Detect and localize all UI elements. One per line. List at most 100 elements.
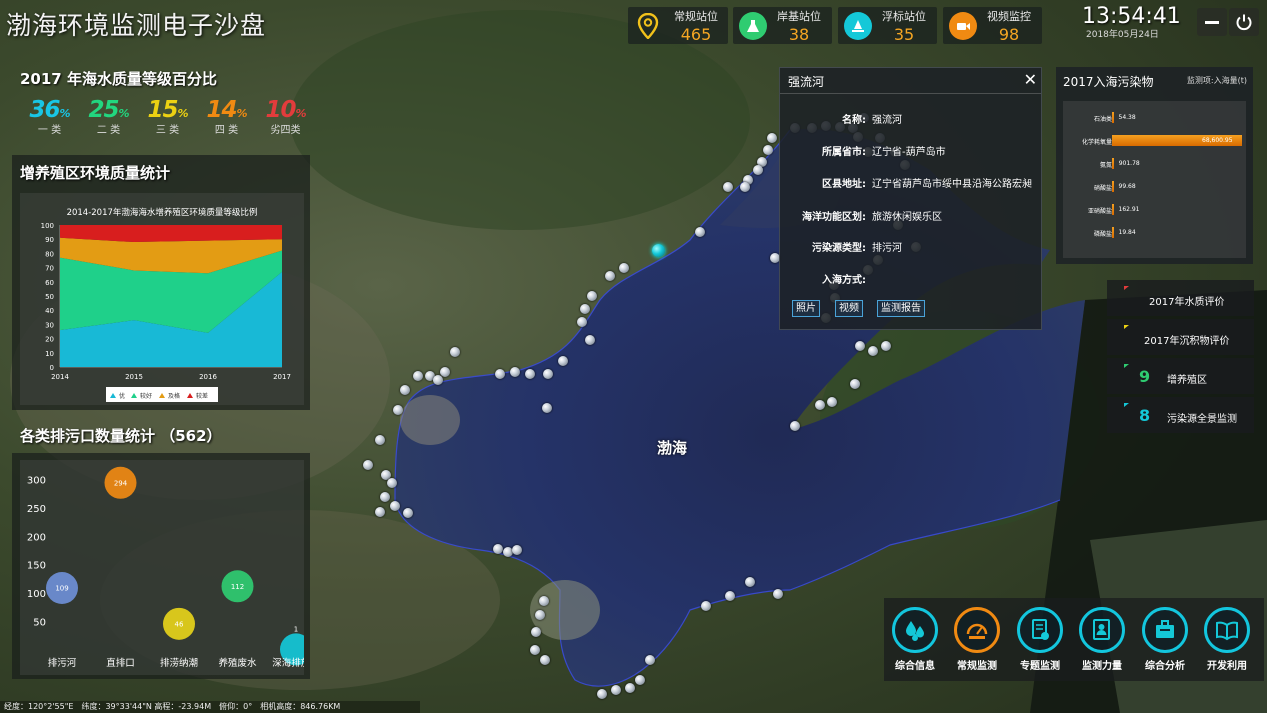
station-marker[interactable] xyxy=(855,341,865,351)
station-marker[interactable] xyxy=(390,501,400,511)
y-tick-label: 0 xyxy=(50,364,54,372)
station-marker[interactable] xyxy=(773,589,783,599)
station-marker[interactable] xyxy=(868,346,878,356)
pollutant-row: 硝酸盐 99.68 xyxy=(1063,180,1246,194)
stat-video-monitoring[interactable]: 视频监控 98 xyxy=(943,7,1042,44)
station-marker[interactable] xyxy=(605,271,615,281)
station-marker[interactable] xyxy=(543,369,553,379)
station-marker[interactable] xyxy=(625,683,635,693)
flag-icon xyxy=(1124,325,1129,329)
station-marker[interactable] xyxy=(753,165,763,175)
station-marker[interactable] xyxy=(740,182,750,192)
station-marker[interactable] xyxy=(512,545,522,555)
station-marker[interactable] xyxy=(393,405,403,415)
station-marker[interactable] xyxy=(493,544,503,554)
category-label: 排污河 xyxy=(48,657,77,669)
station-marker[interactable] xyxy=(723,182,733,192)
minimize-icon xyxy=(1205,20,1219,24)
pollutant-row: 化学耗氧量 68,600.95 xyxy=(1063,134,1246,148)
station-marker[interactable] xyxy=(375,435,385,445)
pct-value: 25 xyxy=(88,97,119,123)
station-marker[interactable] xyxy=(635,675,645,685)
pollutant-name: 氨氮 xyxy=(1099,162,1112,169)
y-tick-label: 70 xyxy=(45,265,54,273)
video-button[interactable]: 视频 xyxy=(835,300,863,317)
station-marker[interactable] xyxy=(542,403,552,413)
menu-sediment-eval[interactable]: 2017年沉积物评价 xyxy=(1107,319,1254,355)
y-tick-label: 200 xyxy=(27,532,46,543)
station-marker[interactable] xyxy=(531,627,541,637)
station-marker[interactable] xyxy=(400,385,410,395)
station-marker[interactable] xyxy=(403,508,413,518)
menu-water-quality-eval[interactable]: 2017年水质评价 xyxy=(1107,280,1254,316)
category-label: 直排口 xyxy=(106,657,135,669)
clock-time: 13:54:41 xyxy=(1082,4,1181,29)
station-marker[interactable] xyxy=(790,421,800,431)
stat-value: 35 xyxy=(893,24,915,44)
close-icon[interactable]: ✕ xyxy=(1024,70,1037,89)
station-marker[interactable] xyxy=(433,375,443,385)
y-tick-label: 60 xyxy=(45,279,54,287)
station-marker[interactable] xyxy=(525,369,535,379)
category-label: 排涝纳潮 xyxy=(160,657,198,669)
station-marker[interactable] xyxy=(701,601,711,611)
nav-special-monitoring[interactable]: 专题监测 xyxy=(1013,607,1067,672)
station-marker[interactable] xyxy=(585,335,595,345)
station-marker[interactable] xyxy=(363,460,373,470)
station-marker[interactable] xyxy=(695,227,705,237)
station-marker[interactable] xyxy=(413,371,423,381)
station-marker[interactable] xyxy=(387,478,397,488)
minimize-button[interactable] xyxy=(1197,8,1227,36)
station-marker[interactable] xyxy=(558,356,568,366)
station-marker[interactable] xyxy=(450,347,460,357)
station-marker[interactable] xyxy=(510,367,520,377)
station-marker[interactable] xyxy=(380,492,390,502)
station-marker[interactable] xyxy=(539,596,549,606)
stat-regular-stations[interactable]: 常规站位 465 xyxy=(628,7,728,44)
bubble-value-label: 112 xyxy=(231,583,244,591)
report-button[interactable]: 监测报告 xyxy=(877,300,925,317)
photo-button[interactable]: 照片 xyxy=(792,300,820,317)
station-marker[interactable] xyxy=(619,263,629,273)
outfalls-title-text: 各类排污口数量统计 xyxy=(20,427,156,445)
stat-buoy-stations[interactable]: 浮标站位 35 xyxy=(838,7,937,44)
nav-comprehensive-info[interactable]: 综合信息 xyxy=(888,607,942,672)
area-legend: 优 较好 及格 较差 xyxy=(106,387,218,402)
station-marker[interactable] xyxy=(881,341,891,351)
x-tick-label: 2015 xyxy=(125,373,143,381)
pollutant-row: 氨氮 901.78 xyxy=(1063,157,1246,171)
station-marker[interactable] xyxy=(530,645,540,655)
nav-regular-monitoring[interactable]: 常规监测 xyxy=(950,607,1004,672)
station-marker[interactable] xyxy=(850,379,860,389)
station-marker[interactable] xyxy=(745,577,755,587)
field-value: 辽宁省-葫芦岛市 xyxy=(872,147,946,158)
y-tick-label: 10 xyxy=(45,350,54,358)
stat-shore-stations[interactable]: 岸基站位 38 xyxy=(733,7,832,44)
station-marker[interactable] xyxy=(535,610,545,620)
menu-count: 9 xyxy=(1139,367,1151,386)
station-marker[interactable] xyxy=(611,685,621,695)
nav-monitoring-force[interactable]: 监测力量 xyxy=(1075,607,1129,672)
nav-development-use[interactable]: 开发利用 xyxy=(1200,607,1254,672)
power-button[interactable] xyxy=(1229,8,1259,36)
station-marker[interactable] xyxy=(587,291,597,301)
station-marker[interactable] xyxy=(375,507,385,517)
station-marker[interactable] xyxy=(495,369,505,379)
station-marker[interactable] xyxy=(597,689,607,699)
water-drops-icon xyxy=(906,621,924,641)
station-marker[interactable] xyxy=(763,145,773,155)
station-marker[interactable] xyxy=(577,317,587,327)
station-marker[interactable] xyxy=(645,655,655,665)
station-marker[interactable] xyxy=(580,304,590,314)
menu-pollution-sources[interactable]: 8 污染源全景监测 xyxy=(1107,397,1254,433)
station-marker[interactable] xyxy=(725,591,735,601)
menu-aquaculture-zones[interactable]: 9 增养殖区 xyxy=(1107,358,1254,394)
briefcase-icon xyxy=(1156,620,1174,638)
station-marker[interactable] xyxy=(827,397,837,407)
selected-station-marker[interactable] xyxy=(652,244,665,257)
y-tick-label: 300 xyxy=(27,475,46,486)
station-marker[interactable] xyxy=(767,133,777,143)
station-marker[interactable] xyxy=(815,400,825,410)
station-marker[interactable] xyxy=(540,655,550,665)
nav-comprehensive-analysis[interactable]: 综合分析 xyxy=(1138,607,1192,672)
